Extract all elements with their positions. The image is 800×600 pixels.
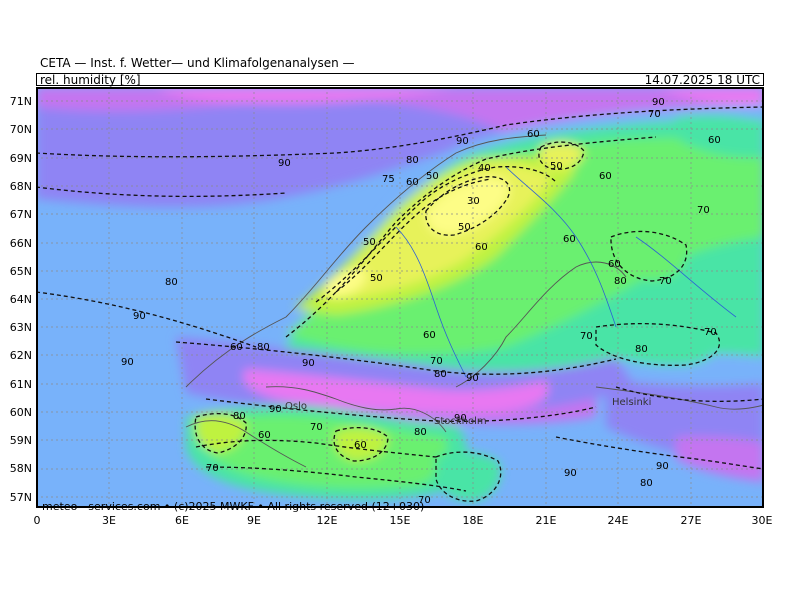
- lat-tick-label: 68N: [9, 180, 32, 193]
- contour-label: 90: [278, 158, 291, 169]
- contour-label: 30: [467, 196, 480, 207]
- lat-tick-label: 64N: [9, 293, 32, 306]
- contour-label: 80: [233, 411, 246, 422]
- humidity-map: 90 60 90 70 60 80 60 50 40 90 75 60 50 3…: [36, 87, 764, 508]
- contour-label: 90: [269, 404, 282, 415]
- contour-label: 70: [310, 422, 323, 433]
- contour-label: 60: [599, 171, 612, 182]
- contour-label: 60: [527, 129, 540, 140]
- contour-label: 80: [635, 344, 648, 355]
- contour-label: 60: [406, 177, 419, 188]
- lon-tick-label: 0: [33, 514, 41, 527]
- lon-tick-label: 9E: [247, 514, 261, 527]
- contour-label: 80: [614, 276, 627, 287]
- contour-label: 70: [580, 331, 593, 342]
- contour-label: 90: [456, 136, 469, 147]
- lon-tick-label: 6E: [175, 514, 189, 527]
- lat-tick-label: 57N: [9, 491, 32, 504]
- contour-label: 70: [704, 327, 717, 338]
- contour-label: 90: [652, 97, 665, 108]
- contour-label: 60: [354, 440, 367, 451]
- contour-label: 70: [206, 463, 219, 474]
- copyright-footer: meteo—services.com • (c)2025 MWKF • All …: [42, 500, 425, 513]
- contour-label: 70: [659, 276, 672, 287]
- contour-label: 60: [423, 330, 436, 341]
- lat-tick-label: 66N: [9, 237, 32, 250]
- variable-label: rel. humidity [%]: [40, 73, 141, 87]
- contour-label: 80: [257, 342, 270, 353]
- contour-label: 90: [564, 468, 577, 479]
- contour-label: 50: [458, 222, 471, 233]
- lat-tick-label: 59N: [9, 434, 32, 447]
- contour-label: 70: [648, 109, 661, 120]
- lon-tick-label: 12E: [316, 514, 338, 527]
- contour-label: 80: [406, 155, 419, 166]
- lat-tick-label: 69N: [9, 152, 32, 165]
- contour-label: 60: [258, 430, 271, 441]
- city-label-helsinki: Helsinki: [612, 397, 651, 408]
- chart-title: CETA — Inst. f. Wetter— und Klimafolgena…: [40, 56, 355, 70]
- contour-label: 70: [697, 205, 710, 216]
- lon-tick-label: 30E: [751, 514, 773, 527]
- contour-label: 50: [426, 171, 439, 182]
- lon-tick-label: 3E: [102, 514, 116, 527]
- contour-label: 90: [121, 357, 134, 368]
- city-label-oslo: Oslo: [285, 401, 307, 412]
- lat-tick-label: 70N: [9, 123, 32, 136]
- lon-tick-label: 15E: [389, 514, 411, 527]
- lat-tick-label: 67N: [9, 208, 32, 221]
- contour-label: 80: [434, 369, 447, 380]
- contour-label: 60: [475, 242, 488, 253]
- contour-label: 50: [370, 273, 383, 284]
- contour-label: 40: [478, 163, 491, 174]
- valid-datetime: 14.07.2025 18 UTC: [644, 73, 760, 87]
- lon-tick-label: 21E: [535, 514, 557, 527]
- lon-tick-label: 24E: [607, 514, 629, 527]
- contour-label: 60: [230, 342, 243, 353]
- contour-label: 90: [656, 461, 669, 472]
- contour-label: 90: [302, 358, 315, 369]
- lon-tick-label: 27E: [680, 514, 702, 527]
- contour-label: 60: [608, 259, 621, 270]
- contour-label: 70: [430, 356, 443, 367]
- lat-tick-label: 58N: [9, 462, 32, 475]
- lat-tick-label: 65N: [9, 265, 32, 278]
- lon-tick-label: 18E: [462, 514, 484, 527]
- contour-label: 90: [466, 373, 479, 384]
- contour-label: 80: [165, 277, 178, 288]
- contour-label: 80: [414, 427, 427, 438]
- lat-tick-label: 61N: [9, 378, 32, 391]
- contour-label: 50: [363, 237, 376, 248]
- city-label-stockholm: Stockholm: [434, 416, 487, 427]
- contour-label: 60: [563, 234, 576, 245]
- contour-label: 50: [550, 161, 563, 172]
- lat-tick-label: 63N: [9, 321, 32, 334]
- lat-tick-label: 62N: [9, 349, 32, 362]
- contour-label: 60: [708, 135, 721, 146]
- contour-label: 90: [133, 311, 146, 322]
- contour-label: 80: [640, 478, 653, 489]
- contour-label: 75: [382, 174, 395, 185]
- lat-tick-label: 71N: [9, 95, 32, 108]
- lat-tick-label: 60N: [9, 406, 32, 419]
